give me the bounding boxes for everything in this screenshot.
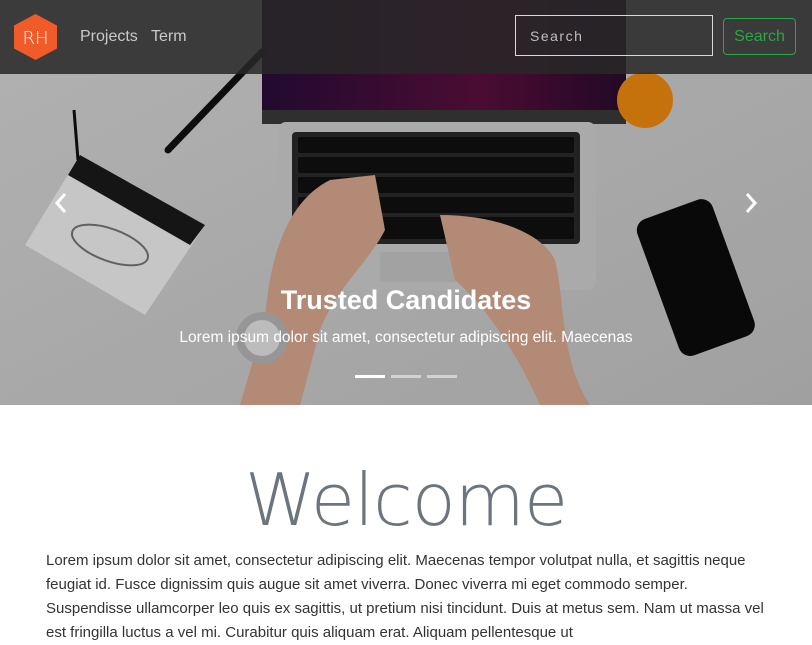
slide-title: Trusted Candidates — [280, 285, 532, 315]
slide-caption: Lorem ipsum dolor sit amet, consectetur … — [179, 329, 633, 346]
nav-link-projects[interactable]: Projects — [80, 28, 138, 46]
navbar: RH Projects Term Search — [0, 0, 812, 74]
welcome-paragraph: Lorem ipsum dolor sit amet, consectetur … — [46, 552, 764, 641]
nav-link-term[interactable]: Term — [151, 28, 187, 46]
carousel-next-icon[interactable] — [739, 190, 763, 216]
carousel-indicator-2[interactable] — [391, 375, 421, 378]
carousel-indicator-1[interactable] — [355, 375, 385, 378]
carousel-prev-icon[interactable] — [49, 190, 73, 216]
welcome-heading: Welcome — [244, 458, 568, 542]
logo-text: RH — [22, 28, 48, 49]
search-button[interactable]: Search — [723, 18, 796, 55]
search-input[interactable] — [515, 15, 713, 56]
carousel-indicators — [355, 375, 457, 378]
carousel-indicator-3[interactable] — [427, 375, 457, 378]
logo-icon[interactable]: RH — [14, 14, 57, 60]
hero-carousel: RH Projects Term Search Trusted Candidat… — [0, 0, 812, 405]
